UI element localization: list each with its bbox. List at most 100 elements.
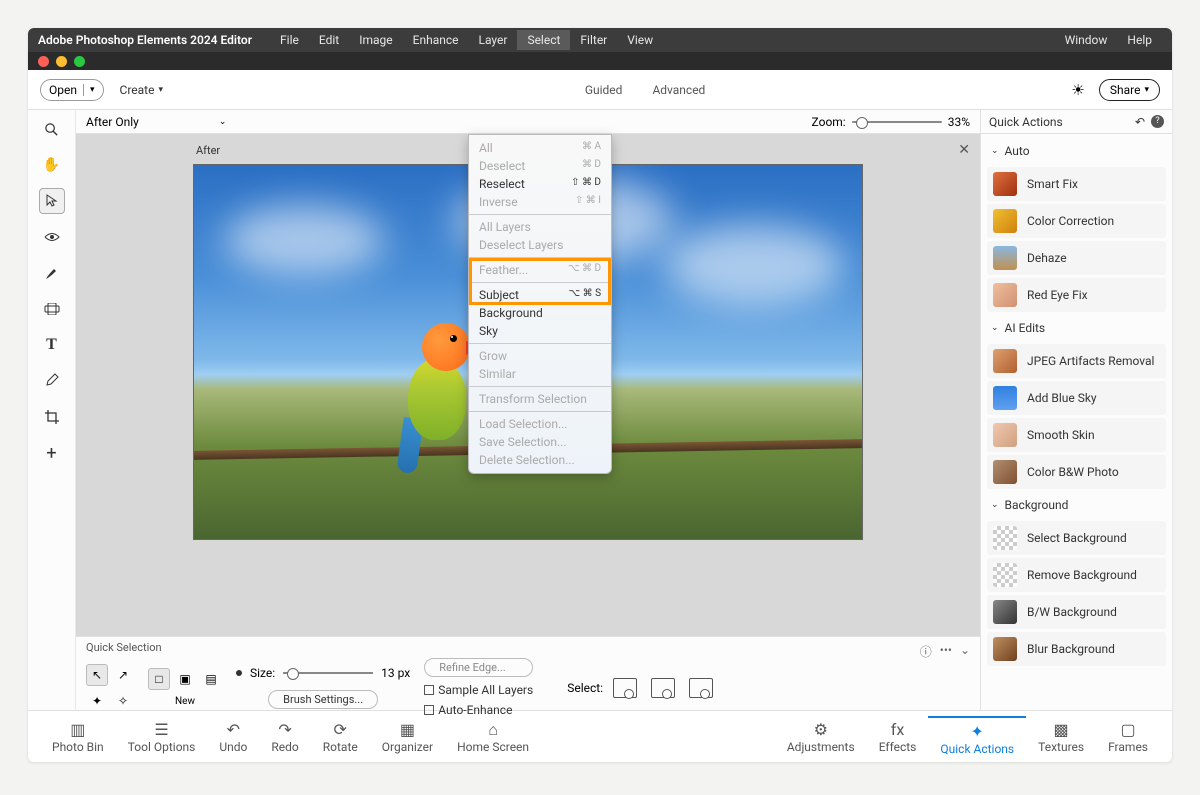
- qa-item-blur-background[interactable]: Blur Background: [987, 632, 1166, 666]
- crop-tool-icon[interactable]: [39, 404, 65, 430]
- bb-organizer[interactable]: ▦Organizer: [370, 720, 445, 754]
- tab-guided[interactable]: Guided: [585, 83, 623, 97]
- help-icon[interactable]: ?: [1151, 115, 1164, 128]
- menu-image[interactable]: Image: [349, 30, 402, 50]
- menu-item-background[interactable]: Background: [469, 304, 611, 322]
- eyedropper-tool-icon[interactable]: [39, 368, 65, 394]
- menu-item-reselect[interactable]: Reselect⇧ ⌘ D: [469, 175, 611, 193]
- close-window-icon[interactable]: [38, 56, 49, 67]
- canvas-label: After: [196, 144, 220, 157]
- share-button[interactable]: Share ▾: [1099, 79, 1160, 101]
- bb-home-screen[interactable]: ⌂Home Screen: [445, 720, 541, 754]
- menu-separator: [469, 411, 611, 412]
- qa-item-remove-background[interactable]: Remove Background: [987, 558, 1166, 592]
- bb-textures[interactable]: ▩Textures: [1026, 720, 1096, 754]
- menu-file[interactable]: File: [270, 30, 309, 50]
- menu-select[interactable]: Select: [517, 30, 570, 50]
- selection-brush-icon[interactable]: ↗: [112, 664, 134, 686]
- close-document-icon[interactable]: ✕: [958, 142, 970, 158]
- eye-tool-icon[interactable]: [39, 224, 65, 250]
- select-background-icon[interactable]: [651, 678, 675, 698]
- menu-item-subject[interactable]: Subject⌥ ⌘ S: [469, 286, 611, 304]
- add-tool-icon[interactable]: +: [39, 440, 65, 466]
- menu-separator: [469, 282, 611, 283]
- bb-redo[interactable]: ↷Redo: [259, 720, 310, 754]
- subtract-selection-icon[interactable]: ▤: [200, 668, 222, 690]
- menu-separator: [469, 214, 611, 215]
- selection-tool-a-icon[interactable]: ↖: [86, 664, 108, 686]
- brush-preview-icon: [236, 670, 242, 676]
- add-selection-icon[interactable]: ▣: [174, 668, 196, 690]
- view-bar: After Only ⌄ Zoom: 33%: [76, 110, 980, 134]
- qa-item-b-w-background[interactable]: B/W Background: [987, 595, 1166, 629]
- bb-frames[interactable]: ▢Frames: [1096, 720, 1160, 754]
- brush-tool-icon[interactable]: [39, 260, 65, 286]
- magic-wand-icon[interactable]: ✦: [86, 690, 108, 712]
- menu-window[interactable]: Window: [1055, 30, 1118, 50]
- size-slider[interactable]: [283, 672, 373, 674]
- refine-edge-button[interactable]: Refine Edge...: [424, 658, 533, 677]
- bb-tool-options[interactable]: ☰Tool Options: [116, 720, 208, 754]
- zoom-slider[interactable]: [852, 121, 942, 123]
- quick-selection-tool-icon[interactable]: [39, 188, 65, 214]
- app-title: Adobe Photoshop Elements 2024 Editor: [38, 33, 252, 47]
- maximize-window-icon[interactable]: [74, 56, 85, 67]
- open-button[interactable]: Open ▾: [40, 79, 104, 101]
- menu-item-inverse: Inverse⇧ ⌘ I: [469, 193, 611, 211]
- new-selection-icon[interactable]: □: [148, 668, 170, 690]
- info-icon[interactable]: ⓘ: [920, 643, 932, 660]
- chevron-down-icon[interactable]: ⌄: [960, 643, 970, 660]
- bb-adjustments[interactable]: ⚙Adjustments: [775, 720, 867, 754]
- bb-quick-actions[interactable]: ✦Quick Actions: [928, 716, 1026, 756]
- bb-undo[interactable]: ↶Undo: [207, 720, 259, 754]
- brush-settings-button[interactable]: Brush Settings...: [268, 690, 378, 709]
- qa-item-add-blue-sky[interactable]: Add Blue Sky: [987, 381, 1166, 415]
- menu-layer[interactable]: Layer: [469, 30, 518, 50]
- more-icon[interactable]: •••: [940, 643, 952, 660]
- tab-advanced[interactable]: Advanced: [652, 83, 705, 97]
- menu-help[interactable]: Help: [1117, 30, 1162, 50]
- bb-photo-bin[interactable]: ▥Photo Bin: [40, 720, 116, 754]
- app-window: Adobe Photoshop Elements 2024 Editor Fil…: [28, 28, 1172, 762]
- qa-item-smooth-skin[interactable]: Smooth Skin: [987, 418, 1166, 452]
- spot-heal-tool-icon[interactable]: [39, 296, 65, 322]
- appearance-toggle-icon[interactable]: ☀: [1071, 81, 1084, 99]
- hand-tool-icon[interactable]: ✋: [39, 152, 65, 178]
- text-tool-icon[interactable]: T: [39, 332, 65, 358]
- qa-item-dehaze[interactable]: Dehaze: [987, 241, 1166, 275]
- menu-item-delete-selection-: Delete Selection...: [469, 451, 611, 469]
- body: ✋ T + After Only ⌄ Zoom: 33%: [28, 110, 1172, 710]
- minimize-window-icon[interactable]: [56, 56, 67, 67]
- auto-enhance-checkbox[interactable]: Auto-Enhance: [424, 703, 533, 717]
- view-mode-select[interactable]: After Only ⌄: [86, 115, 226, 129]
- quick-actions-panel: Quick Actions ↶ ? ⌄AutoSmart FixColor Co…: [980, 110, 1172, 710]
- menu-separator: [469, 257, 611, 258]
- select-sky-icon[interactable]: [689, 678, 713, 698]
- select-subject-icon[interactable]: [613, 678, 637, 698]
- qa-item-red-eye-fix[interactable]: Red Eye Fix: [987, 278, 1166, 312]
- undo-icon[interactable]: ↶: [1135, 115, 1145, 129]
- menu-edit[interactable]: Edit: [309, 30, 349, 50]
- window-controls: [28, 52, 1172, 70]
- menu-separator: [469, 386, 611, 387]
- menu-item-deselect-layers: Deselect Layers: [469, 236, 611, 254]
- qa-section-auto[interactable]: ⌄Auto: [987, 138, 1166, 164]
- menu-view[interactable]: View: [617, 30, 663, 50]
- menu-item-similar: Similar: [469, 365, 611, 383]
- qa-item-color-correction[interactable]: Color Correction: [987, 204, 1166, 238]
- bb-rotate[interactable]: ⟳Rotate: [311, 720, 370, 754]
- qa-section-ai-edits[interactable]: ⌄AI Edits: [987, 315, 1166, 341]
- sample-all-layers-checkbox[interactable]: Sample All Layers: [424, 683, 533, 697]
- refine-brush-icon[interactable]: ✧: [112, 690, 134, 712]
- zoom-tool-icon[interactable]: [39, 116, 65, 142]
- qa-item-jpeg-artifacts-removal[interactable]: JPEG Artifacts Removal: [987, 344, 1166, 378]
- qa-item-color-b-w-photo[interactable]: Color B&W Photo: [987, 455, 1166, 489]
- menu-item-sky[interactable]: Sky: [469, 322, 611, 340]
- menu-filter[interactable]: Filter: [570, 30, 617, 50]
- qa-item-smart-fix[interactable]: Smart Fix: [987, 167, 1166, 201]
- menu-enhance[interactable]: Enhance: [403, 30, 469, 50]
- qa-section-background[interactable]: ⌄Background: [987, 492, 1166, 518]
- qa-item-select-background[interactable]: Select Background: [987, 521, 1166, 555]
- create-button[interactable]: Create ▾: [120, 83, 163, 97]
- bb-effects[interactable]: fxEffects: [867, 720, 929, 754]
